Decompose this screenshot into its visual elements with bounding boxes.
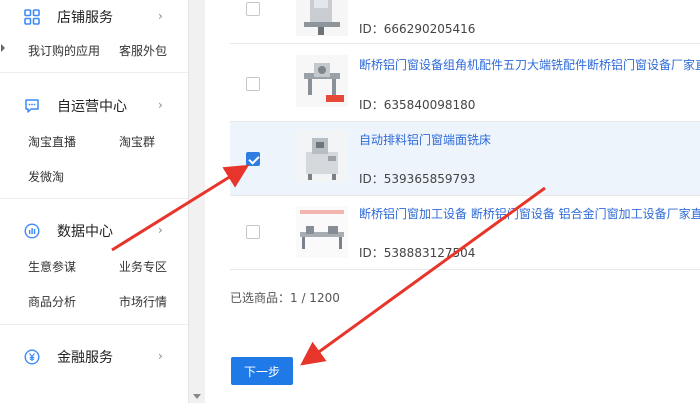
chart-icon	[24, 223, 40, 239]
sidebar-item-cs-outsourcing[interactable]: 客服外包	[119, 42, 167, 59]
product-title-link[interactable]: 断桥铝门窗设备组角机配件五刀大端铣配件断桥铝门窗设备厂家直	[359, 56, 700, 73]
sidebar-item-taobao-live[interactable]: 淘宝直播	[28, 133, 76, 150]
chevron-right-icon: ›	[158, 98, 163, 112]
row-checkbox[interactable]	[246, 2, 260, 16]
yuan-icon	[24, 349, 40, 365]
sidebar-section-title: 金融服务	[57, 350, 113, 366]
divider	[0, 324, 188, 325]
scroll-down-icon[interactable]	[193, 394, 201, 399]
product-title-link[interactable]: 断桥铝门窗加工设备 断桥铝门窗设备 铝合金门窗加工设备厂家直	[359, 205, 700, 222]
next-step-button[interactable]: 下一步	[231, 357, 293, 385]
sidebar-section-title: 数据中心	[57, 224, 113, 240]
product-thumbnail	[296, 206, 348, 258]
sidebar: 店铺服务 › 我订购的应用 客服外包 自运营中心 › 淘宝直播 淘宝群 发微淘 …	[0, 0, 205, 403]
sidebar-item-weitao[interactable]: 发微淘	[28, 168, 64, 185]
product-thumbnail	[296, 130, 348, 182]
product-id: ID：538883127504	[359, 246, 476, 260]
sidebar-item-business-advisor[interactable]: 生意参谋	[28, 258, 76, 275]
product-id: ID：539365859793	[359, 172, 476, 186]
chevron-right-icon: ›	[158, 349, 163, 363]
sidebar-scrollbar[interactable]	[188, 0, 205, 403]
sidebar-section-self-operation[interactable]: 自运营中心 ›	[24, 95, 174, 117]
table-row[interactable]: 断桥铝门窗加工设备 断桥铝门窗设备 铝合金门窗加工设备厂家直 ID：538883…	[230, 196, 700, 270]
sidebar-section-data-center[interactable]: 数据中心 ›	[24, 220, 174, 242]
row-checkbox[interactable]	[246, 225, 260, 239]
product-thumbnail	[296, 55, 348, 107]
chevron-right-icon: ›	[158, 223, 163, 237]
sidebar-section-title: 店铺服务	[57, 10, 113, 26]
sidebar-item-market-trends[interactable]: 市场行情	[119, 293, 167, 310]
selected-count-text: 已选商品：1 / 1200	[230, 291, 340, 305]
product-id: ID：635840098180	[359, 98, 476, 112]
sidebar-item-my-apps[interactable]: 我订购的应用	[28, 42, 100, 59]
product-title-link[interactable]: 自动排料铝门窗端面铣床	[359, 131, 491, 148]
table-row[interactable]: 断桥铝门窗设备组角机配件五刀大端铣配件断桥铝门窗设备厂家直 ID：6358400…	[230, 44, 700, 122]
product-list-panel: ID：666290205416 断桥铝门窗设备组角机配件五刀大端铣配件断桥铝门窗…	[218, 0, 700, 403]
row-checkbox[interactable]	[246, 77, 260, 91]
table-row-selected[interactable]: 自动排料铝门窗端面铣床 ID：539365859793	[230, 122, 700, 196]
sidebar-section-title: 自运营中心	[57, 99, 127, 115]
sidebar-item-taobao-group[interactable]: 淘宝群	[119, 133, 155, 150]
sidebar-section-finance[interactable]: 金融服务 ›	[24, 346, 174, 368]
chevron-right-icon: ›	[158, 9, 163, 23]
product-id: ID：666290205416	[359, 22, 476, 36]
grid-icon	[24, 9, 40, 25]
product-thumbnail	[296, 0, 348, 36]
row-checkbox-checked[interactable]	[246, 152, 260, 166]
sidebar-item-business-zone[interactable]: 业务专区	[119, 258, 167, 275]
table-row[interactable]: ID：666290205416	[230, 0, 700, 44]
sidebar-section-store-services[interactable]: 店铺服务 ›	[24, 6, 174, 28]
divider	[0, 198, 188, 199]
divider	[0, 72, 188, 73]
collapse-arrow-icon[interactable]	[1, 44, 5, 52]
chat-icon	[24, 98, 40, 114]
sidebar-item-product-analysis[interactable]: 商品分析	[28, 293, 76, 310]
